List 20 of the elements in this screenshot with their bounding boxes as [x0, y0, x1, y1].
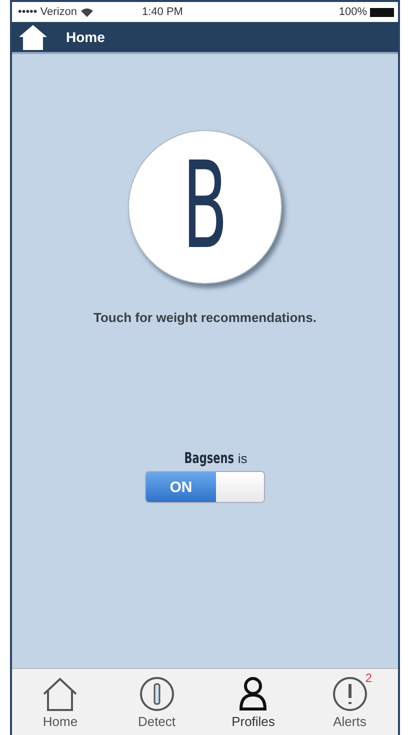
toggle-switch[interactable]: ON	[145, 471, 265, 503]
tab-item[interactable]: Home	[12, 669, 108, 735]
tab-item[interactable]: Detect	[108, 669, 205, 735]
person-icon	[237, 676, 270, 712]
clock-time: 1:40 PM	[141, 6, 184, 18]
battery-percent: 100%	[338, 6, 367, 18]
bar-circle-icon	[138, 676, 175, 712]
carrier-name: ••••• Verizon	[18, 6, 78, 18]
alert-count: 2	[365, 671, 372, 685]
house-icon[interactable]	[18, 24, 48, 50]
brand-name: Bagsens	[184, 449, 234, 467]
exclamation-icon	[332, 676, 368, 712]
logo-button[interactable]: B	[128, 130, 282, 284]
tab-item[interactable]: Profiles	[205, 669, 302, 735]
wifi-icon	[81, 8, 94, 16]
tab-item[interactable]: Alerts 2	[302, 669, 398, 735]
hint-text: Touch for weight recommendations.	[94, 310, 316, 325]
nav-title: Home	[66, 29, 105, 45]
toggle-label: is	[238, 451, 248, 466]
battery-icon	[370, 8, 394, 16]
